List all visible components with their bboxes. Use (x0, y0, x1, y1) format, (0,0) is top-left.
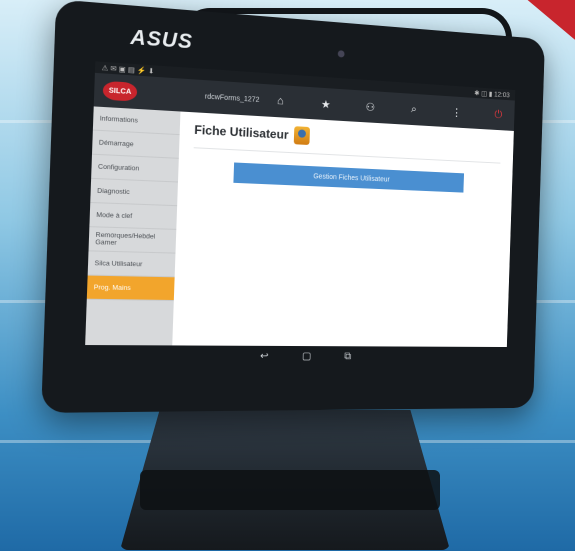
manage-user-profiles-button[interactable]: Gestion Fiches Utilisateur (233, 162, 464, 192)
content-row: Informations Démarrage Configuration Dia… (85, 106, 514, 347)
sidebar-item-prog-mains[interactable]: Prog. Mains (87, 276, 175, 301)
page-title-text: Fiche Utilisateur (194, 123, 289, 142)
home-icon[interactable]: ⌂ (270, 95, 290, 108)
search-icon[interactable]: ⌕ (404, 103, 423, 117)
app-logo: SILCA (103, 81, 138, 102)
sidebar: Informations Démarrage Configuration Dia… (85, 106, 180, 345)
home-nav-icon[interactable]: ▢ (302, 351, 312, 362)
toolbar: ⌂ ★ ⚇ ⌕ ⋮ ⏻ (270, 94, 507, 121)
sidebar-item-remorques[interactable]: Remorques/Hebdel Gamer (89, 227, 177, 253)
user-profile-icon (294, 126, 310, 145)
app-title: rdcwForms_1272 (205, 93, 260, 104)
sidebar-item-silca-utilisateur[interactable]: Silca Utilisateur (88, 251, 176, 277)
recent-apps-icon[interactable]: ⧉ (344, 351, 351, 362)
sidebar-item-mode-clef[interactable]: Mode à clef (89, 203, 177, 230)
people-icon[interactable]: ⚇ (361, 100, 380, 114)
stand-foot (140, 470, 440, 510)
tablet-screen: ⚠ ✉ ▣ ▤ ⚡ ⬇ ✱ ◫ ▮ 12:03 SILCA rdcwForms_… (84, 61, 515, 366)
star-icon[interactable]: ★ (316, 97, 336, 111)
main-panel: Fiche Utilisateur Gestion Fiches Utilisa… (172, 111, 514, 347)
camera-icon (338, 50, 345, 57)
more-icon[interactable]: ⋮ (447, 105, 466, 119)
power-icon[interactable]: ⏻ (489, 108, 507, 122)
back-icon[interactable]: ↩ (260, 350, 269, 361)
android-nav-bar: ↩ ▢ ⧉ (84, 345, 506, 366)
tablet-device: ASUS ⚠ ✉ ▣ ▤ ⚡ ⬇ ✱ ◫ ▮ 12:03 SILCA rdcwF… (41, 0, 545, 413)
sidebar-item-diagnostic[interactable]: Diagnostic (90, 179, 178, 206)
sidebar-item-configuration[interactable]: Configuration (91, 155, 179, 183)
brand-logo: ASUS (130, 26, 193, 54)
